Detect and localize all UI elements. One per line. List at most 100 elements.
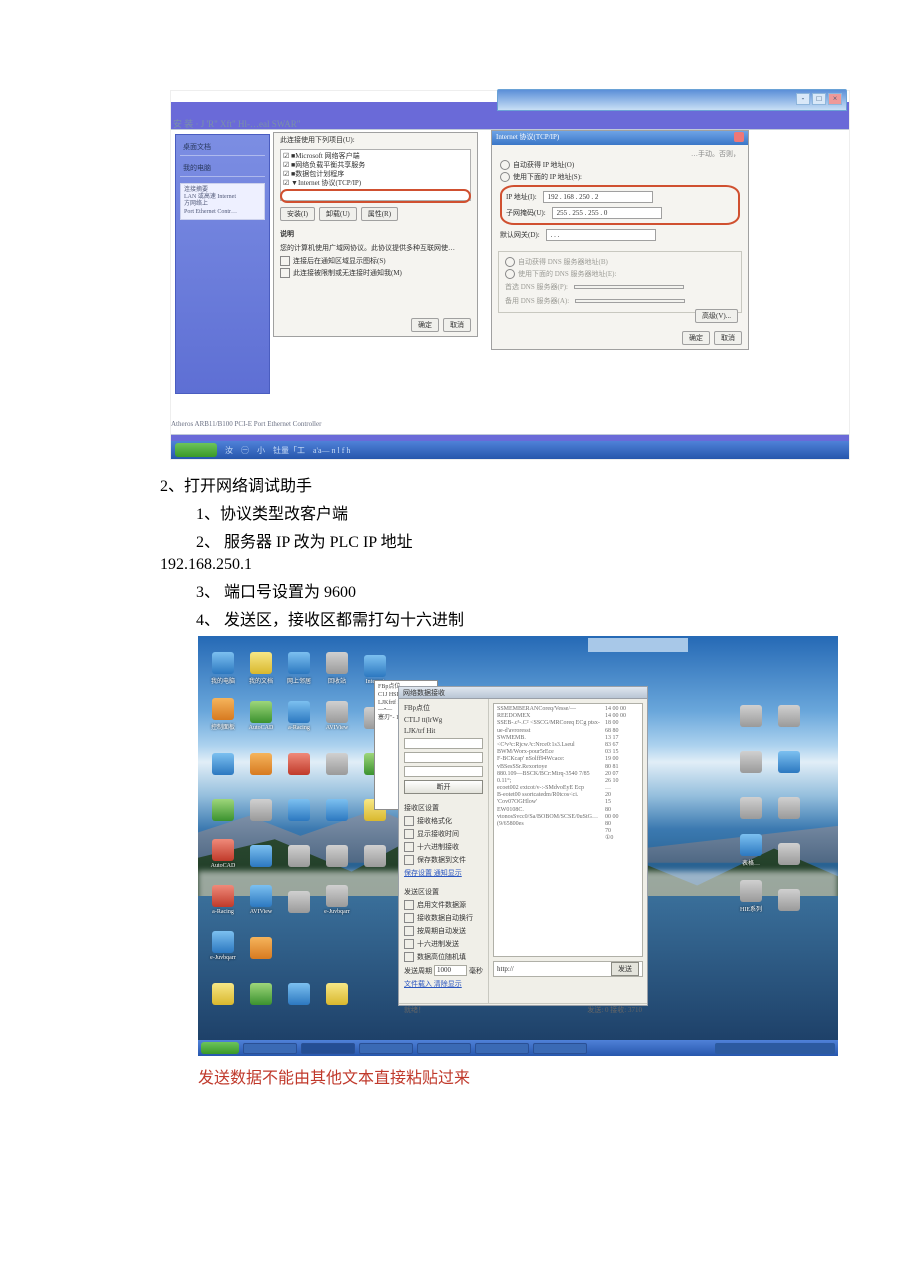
desktop-icon[interactable] — [772, 781, 806, 821]
desktop-icon[interactable] — [206, 783, 240, 823]
desktop-icon[interactable] — [734, 735, 768, 775]
desktop-icon[interactable]: e-Juvbqarr — [206, 921, 240, 961]
send-input[interactable]: http:// — [497, 965, 514, 973]
network-debug-window[interactable]: 网络数据接收 FBp点位 CTLJ tt(lrWg LJK/trf Hit 断开… — [398, 686, 648, 1006]
cancel-button[interactable]: 取消 — [443, 318, 471, 332]
desktop-icon[interactable] — [282, 967, 316, 1007]
taskbar-item[interactable]: ㊀ — [241, 445, 249, 456]
desktop-icon[interactable]: e-Juvbqarr — [320, 875, 354, 915]
taskbar-item[interactable] — [359, 1043, 413, 1054]
desktop-icon[interactable]: AutoCAD — [244, 691, 278, 731]
tx-rand-checkbox[interactable]: 数据高位随机填 — [404, 952, 483, 962]
desktop-icon[interactable] — [244, 829, 278, 869]
list-item[interactable]: ☑ ■网络负载平衡共享服务 — [283, 161, 468, 170]
desktop-icon[interactable] — [244, 967, 278, 1007]
desktop-icon[interactable] — [734, 781, 768, 821]
taskbar[interactable] — [198, 1040, 838, 1056]
rx-save-checkbox[interactable]: 保存数据到文件 — [404, 855, 483, 865]
list-item[interactable]: ☑ ■Microsoft 网络客户端 — [283, 152, 468, 161]
rx-time-checkbox[interactable]: 显示接收时间 — [404, 829, 483, 839]
rx-hex-checkbox[interactable]: 十六进制接收 — [404, 842, 483, 852]
desktop-icon[interactable] — [206, 967, 240, 1007]
install-button[interactable]: 安装(I) — [280, 207, 315, 221]
desktop-icon[interactable] — [282, 783, 316, 823]
uninstall-button[interactable]: 卸载(U) — [319, 207, 357, 221]
desktop-icon[interactable]: Internet — [358, 645, 392, 685]
close-icon[interactable] — [734, 132, 744, 142]
taskbar[interactable]: 汝 ㊀ 小 钍量「工 a'a— n l f h — [171, 441, 849, 459]
properties-button[interactable]: 属性(R) — [361, 207, 398, 221]
tx-auto-checkbox[interactable]: 按周期自动发送 — [404, 926, 483, 936]
desktop-icon[interactable] — [244, 783, 278, 823]
advanced-button[interactable]: 高级(V)... — [695, 309, 738, 323]
desktop-icon[interactable] — [320, 783, 354, 823]
desktop-icon[interactable]: HIE系列 — [734, 873, 768, 913]
ok-button[interactable]: 确定 — [411, 318, 439, 332]
desktop-icon[interactable] — [772, 735, 806, 775]
desktop-icon[interactable]: AutoCAD — [206, 829, 240, 869]
auto-ip-radio[interactable]: 自动获得 IP 地址(O) — [500, 159, 740, 171]
protocol-input[interactable] — [404, 738, 483, 749]
desktop-icon[interactable] — [734, 689, 768, 729]
ip-line: 192.168.250.1 — [160, 554, 840, 576]
taskbar-item[interactable]: 汝 — [225, 445, 233, 456]
desktop-icon[interactable] — [206, 737, 240, 777]
desktop-icon[interactable]: AVIView — [244, 875, 278, 915]
desktop-icon[interactable] — [320, 737, 354, 777]
taskbar-item[interactable] — [243, 1043, 297, 1054]
desktop-icon[interactable] — [282, 829, 316, 869]
taskbar-item[interactable] — [533, 1043, 587, 1054]
rx-format-checkbox[interactable]: 接收格式化 — [404, 816, 483, 826]
desktop-icon[interactable]: 控制面板 — [206, 691, 240, 731]
taskbar-item[interactable] — [475, 1043, 529, 1054]
system-tray[interactable] — [715, 1043, 835, 1054]
desktop-icon[interactable] — [244, 921, 278, 961]
desktop-icon[interactable] — [772, 873, 806, 913]
server-ip-input[interactable] — [404, 752, 483, 763]
ip-input[interactable]: 192 . 168 . 250 . 2 — [543, 191, 653, 203]
notify-limited-checkbox[interactable]: 此连接被限制或无连接时通知我(M) — [274, 267, 477, 279]
rx-links[interactable]: 保存设置 通知显示 — [404, 868, 483, 878]
send-button[interactable]: 发送 — [611, 962, 639, 976]
taskbar-item[interactable]: 小 — [257, 445, 265, 456]
desktop-icon[interactable]: 我的电脑 — [206, 645, 240, 685]
desktop-icon[interactable]: 我的文档 — [244, 645, 278, 685]
taskbar-item[interactable] — [417, 1043, 471, 1054]
desktop-icon[interactable] — [282, 737, 316, 777]
start-button[interactable] — [175, 443, 217, 457]
tx-hex-checkbox[interactable]: 十六进制发送 — [404, 939, 483, 949]
gateway-input[interactable]: . . . — [546, 229, 656, 241]
cancel-button[interactable]: 取消 — [714, 331, 742, 345]
taskbar-item[interactable] — [301, 1043, 355, 1054]
tx-links[interactable]: 文件载入 清除显示 — [404, 979, 483, 989]
desktop-icon[interactable] — [772, 827, 806, 867]
tx-file-checkbox[interactable]: 启用文件数据源 — [404, 900, 483, 910]
desktop-icon[interactable]: a-Racing — [206, 875, 240, 915]
desktop-icon[interactable]: 回收站 — [320, 645, 354, 685]
notify-icon-checkbox[interactable]: 连接后在通知区域显示图标(S) — [274, 255, 477, 267]
ok-button[interactable]: 确定 — [682, 331, 710, 345]
desktop-icon[interactable] — [320, 967, 354, 1007]
desktop-icon[interactable]: a-Racing — [282, 691, 316, 731]
period-input[interactable]: 1000 — [434, 965, 467, 976]
mask-input[interactable]: 255 . 255 . 255 . 0 — [552, 207, 662, 219]
list-item[interactable]: ☑ ▼Internet 协议(TCP/IP) — [283, 179, 468, 188]
manual-ip-radio[interactable]: 使用下面的 IP 地址(S): — [500, 171, 740, 183]
desktop-icon[interactable]: 网上邻居 — [282, 645, 316, 685]
connect-button[interactable]: 断开 — [404, 780, 483, 794]
list-item[interactable]: ☑ ■数据包计划程序 — [283, 170, 468, 179]
desktop-icon[interactable]: 表格… — [734, 827, 768, 867]
desktop-icon[interactable] — [282, 875, 316, 915]
desktop-icon[interactable] — [772, 689, 806, 729]
start-button[interactable] — [201, 1042, 239, 1054]
desktop-icon[interactable] — [320, 829, 354, 869]
desktop-icon[interactable]: AVIView — [320, 691, 354, 731]
tx-newline-checkbox[interactable]: 接收数据自动换行 — [404, 913, 483, 923]
sidebar-header: FBp点位 — [404, 703, 483, 713]
receive-textarea[interactable]: SSMEMBERANCoreq/Vesse/—REEDOMEXSSEB-.c³-… — [493, 703, 643, 957]
desktop-icon[interactable] — [358, 829, 392, 869]
taskbar-item[interactable]: 钍量「工 — [273, 445, 305, 456]
desktop-icon[interactable] — [244, 737, 278, 777]
taskbar-item[interactable]: a'a— n l f h — [313, 446, 350, 455]
port-input[interactable] — [404, 766, 483, 777]
